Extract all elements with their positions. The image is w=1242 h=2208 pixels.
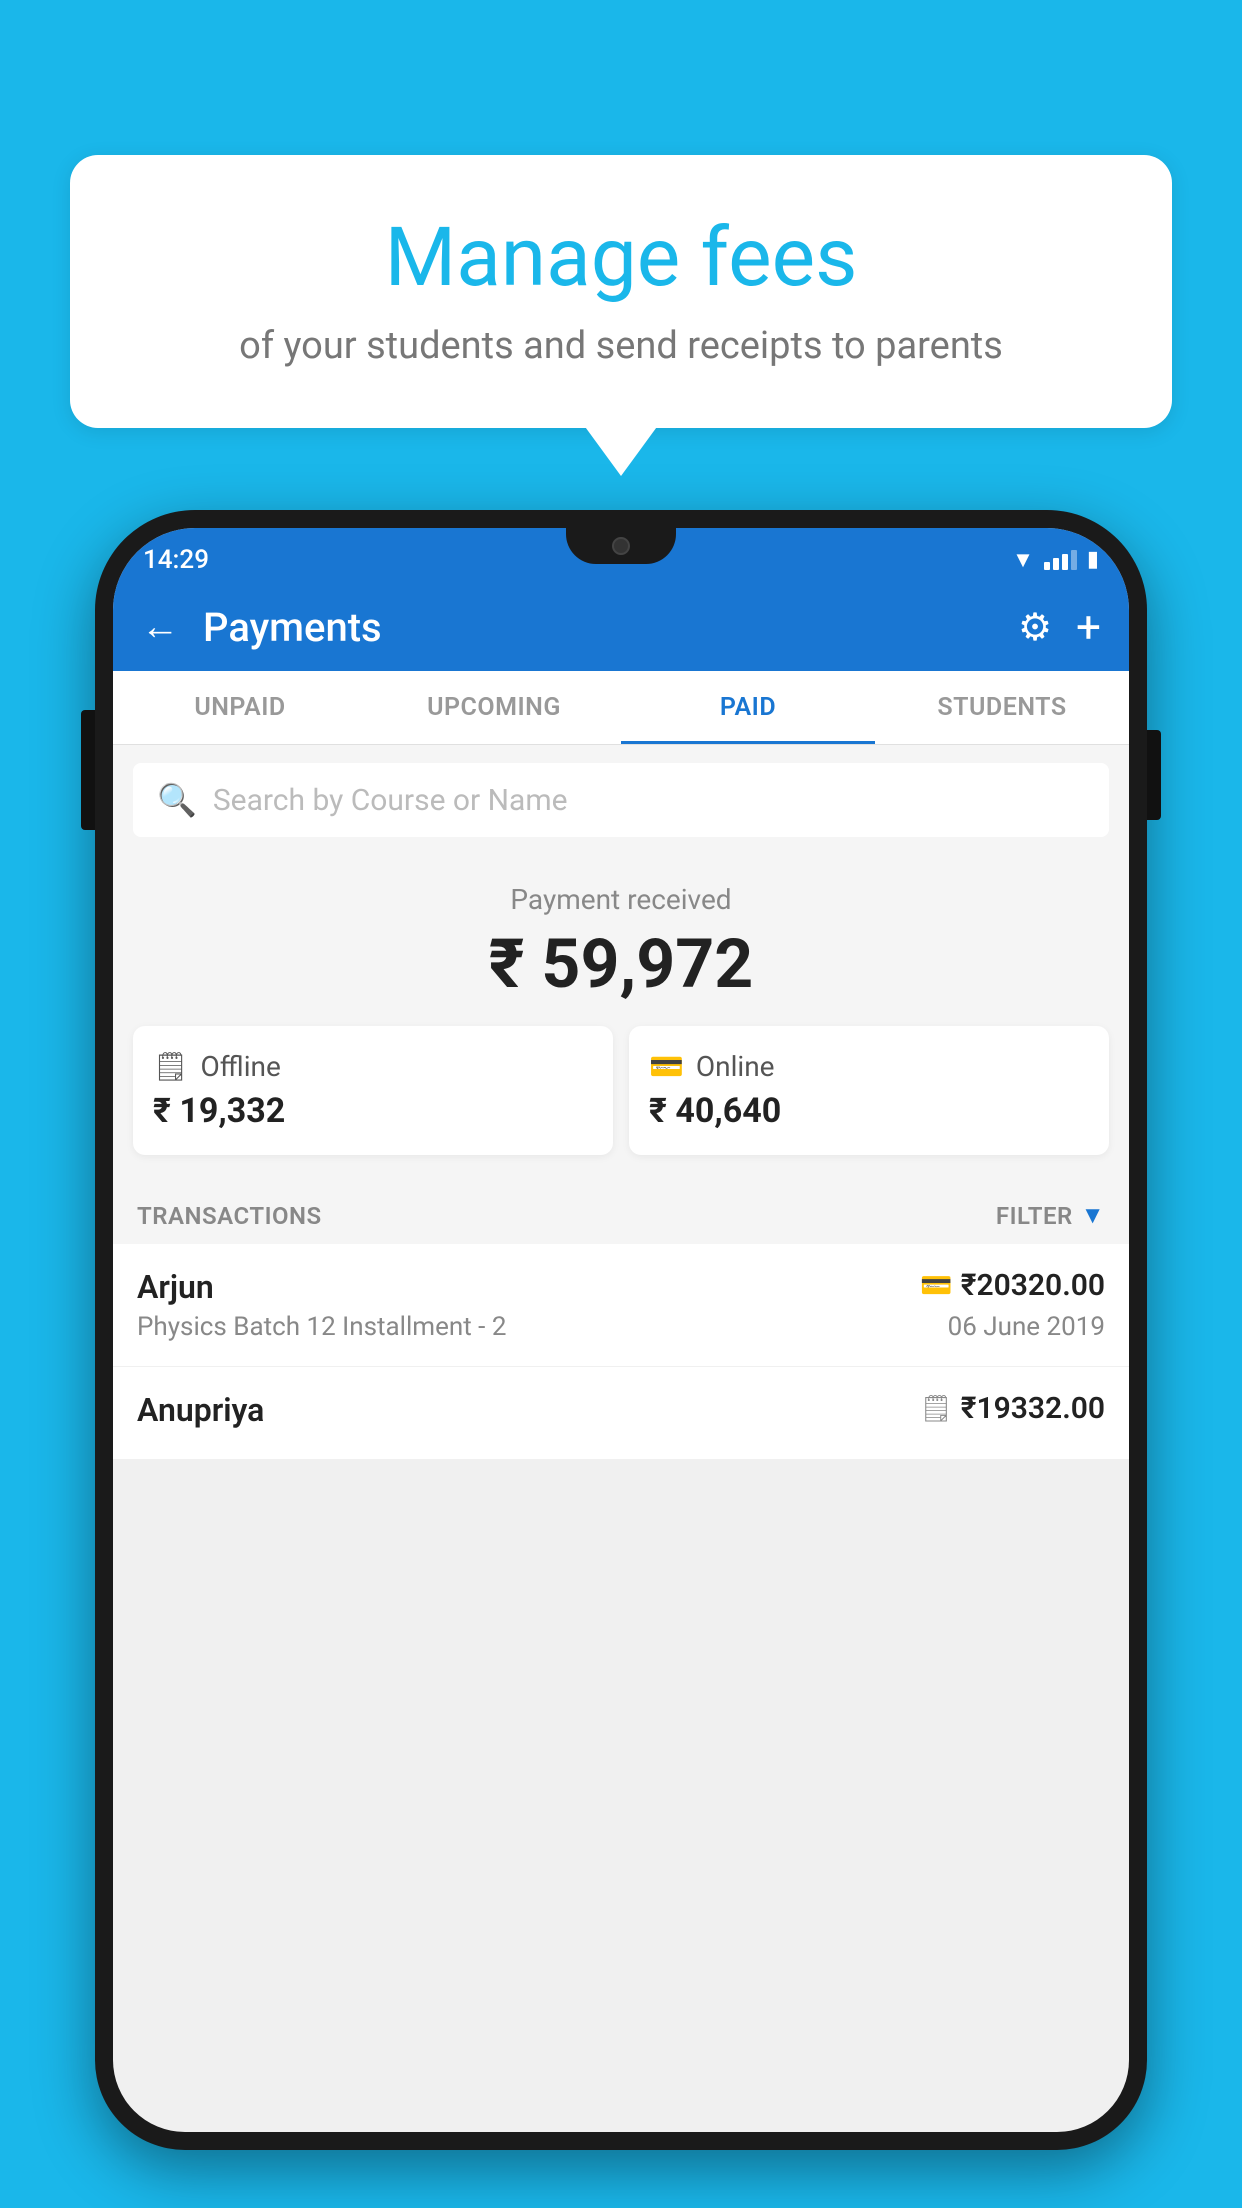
offline-amount: ₹ 19,332 xyxy=(153,1091,285,1131)
transactions-label: TRANSACTIONS xyxy=(137,1202,322,1230)
search-container: 🔍 Search by Course or Name xyxy=(113,745,1129,855)
filter-label: FILTER xyxy=(996,1202,1073,1230)
tab-paid[interactable]: PAID xyxy=(621,671,875,744)
payment-summary: Payment received ₹ 59,972 🗒 Offline ₹ 19… xyxy=(113,855,1129,1179)
tab-unpaid[interactable]: UNPAID xyxy=(113,671,367,744)
payment-cards: 🗒 Offline ₹ 19,332 💳 Online ₹ 40,640 xyxy=(133,1026,1109,1155)
battery-icon: ▮ xyxy=(1087,547,1099,572)
gear-button[interactable]: ⚙ xyxy=(1018,605,1052,650)
transactions-header: TRANSACTIONS FILTER ▼ xyxy=(113,1179,1129,1244)
offline-icon: 🗒 xyxy=(153,1050,189,1083)
status-time: 14:29 xyxy=(143,537,209,575)
transaction-row-top-anupriya: Anupriya 🗒 ₹19332.00 xyxy=(137,1391,1105,1429)
transaction-amount-row-arjun: 💳 ₹20320.00 xyxy=(920,1268,1105,1303)
offline-label: Offline xyxy=(201,1050,281,1083)
phone-wrapper: 14:29 ▼ ▮ ← Payments ⚙ + xyxy=(95,510,1147,2208)
speech-bubble-subtitle: of your students and send receipts to pa… xyxy=(130,324,1112,368)
offline-card-header: 🗒 Offline xyxy=(153,1050,281,1083)
signal-bar-4 xyxy=(1071,550,1077,570)
payment-received-label: Payment received xyxy=(133,883,1109,916)
transaction-name-arjun: Arjun xyxy=(137,1268,214,1306)
search-bar[interactable]: 🔍 Search by Course or Name xyxy=(133,763,1109,837)
signal-bar-2 xyxy=(1053,558,1059,570)
transaction-date-arjun: 06 June 2019 xyxy=(948,1312,1105,1342)
phone-screen: 14:29 ▼ ▮ ← Payments ⚙ + xyxy=(113,528,1129,2132)
transaction-amount-row-anupriya: 🗒 ₹19332.00 xyxy=(920,1391,1105,1426)
transaction-row-top-arjun: Arjun 💳 ₹20320.00 xyxy=(137,1268,1105,1306)
online-icon: 💳 xyxy=(649,1050,684,1083)
speech-bubble-container: Manage fees of your students and send re… xyxy=(70,155,1172,428)
online-payment-icon-arjun: 💳 xyxy=(920,1271,952,1301)
phone-outer: 14:29 ▼ ▮ ← Payments ⚙ + xyxy=(95,510,1147,2150)
filter-button[interactable]: FILTER ▼ xyxy=(996,1201,1105,1230)
online-amount: ₹ 40,640 xyxy=(649,1091,781,1131)
notch-camera xyxy=(612,537,630,555)
back-button[interactable]: ← xyxy=(141,605,179,649)
header-title: Payments xyxy=(203,604,994,651)
speech-bubble-title: Manage fees xyxy=(130,210,1112,306)
transactions-list: Arjun 💳 ₹20320.00 Physics Batch 12 Insta… xyxy=(113,1244,1129,1460)
signal-bar-3 xyxy=(1062,554,1068,570)
offline-payment-icon-anupriya: 🗒 xyxy=(920,1394,953,1424)
tab-upcoming[interactable]: UPCOMING xyxy=(367,671,621,744)
plus-button[interactable]: + xyxy=(1076,601,1101,653)
wifi-icon: ▼ xyxy=(1012,547,1034,573)
search-placeholder-text: Search by Course or Name xyxy=(213,783,568,818)
transaction-desc-arjun: Physics Batch 12 Installment - 2 xyxy=(137,1312,506,1342)
notch xyxy=(566,528,676,564)
transaction-amount-anupriya: ₹19332.00 xyxy=(961,1391,1105,1426)
tabs-container: UNPAID UPCOMING PAID STUDENTS xyxy=(113,671,1129,745)
table-row[interactable]: Arjun 💳 ₹20320.00 Physics Batch 12 Insta… xyxy=(113,1244,1129,1367)
status-icons: ▼ ▮ xyxy=(1012,539,1099,573)
transaction-row-bottom-arjun: Physics Batch 12 Installment - 2 06 June… xyxy=(137,1312,1105,1342)
offline-card: 🗒 Offline ₹ 19,332 xyxy=(133,1026,613,1155)
signal-bars xyxy=(1044,550,1077,570)
app-header: ← Payments ⚙ + xyxy=(113,583,1129,671)
tab-students[interactable]: STUDENTS xyxy=(875,671,1129,744)
filter-icon: ▼ xyxy=(1081,1201,1105,1230)
signal-bar-1 xyxy=(1044,562,1050,570)
transaction-name-anupriya: Anupriya xyxy=(137,1391,264,1429)
transaction-amount-arjun: ₹20320.00 xyxy=(961,1268,1105,1303)
table-row[interactable]: Anupriya 🗒 ₹19332.00 xyxy=(113,1367,1129,1460)
online-card-header: 💳 Online xyxy=(649,1050,775,1083)
search-icon: 🔍 xyxy=(157,781,197,819)
speech-bubble: Manage fees of your students and send re… xyxy=(70,155,1172,428)
payment-total-amount: ₹ 59,972 xyxy=(133,924,1109,1004)
online-card: 💳 Online ₹ 40,640 xyxy=(629,1026,1109,1155)
online-label: Online xyxy=(696,1050,775,1083)
